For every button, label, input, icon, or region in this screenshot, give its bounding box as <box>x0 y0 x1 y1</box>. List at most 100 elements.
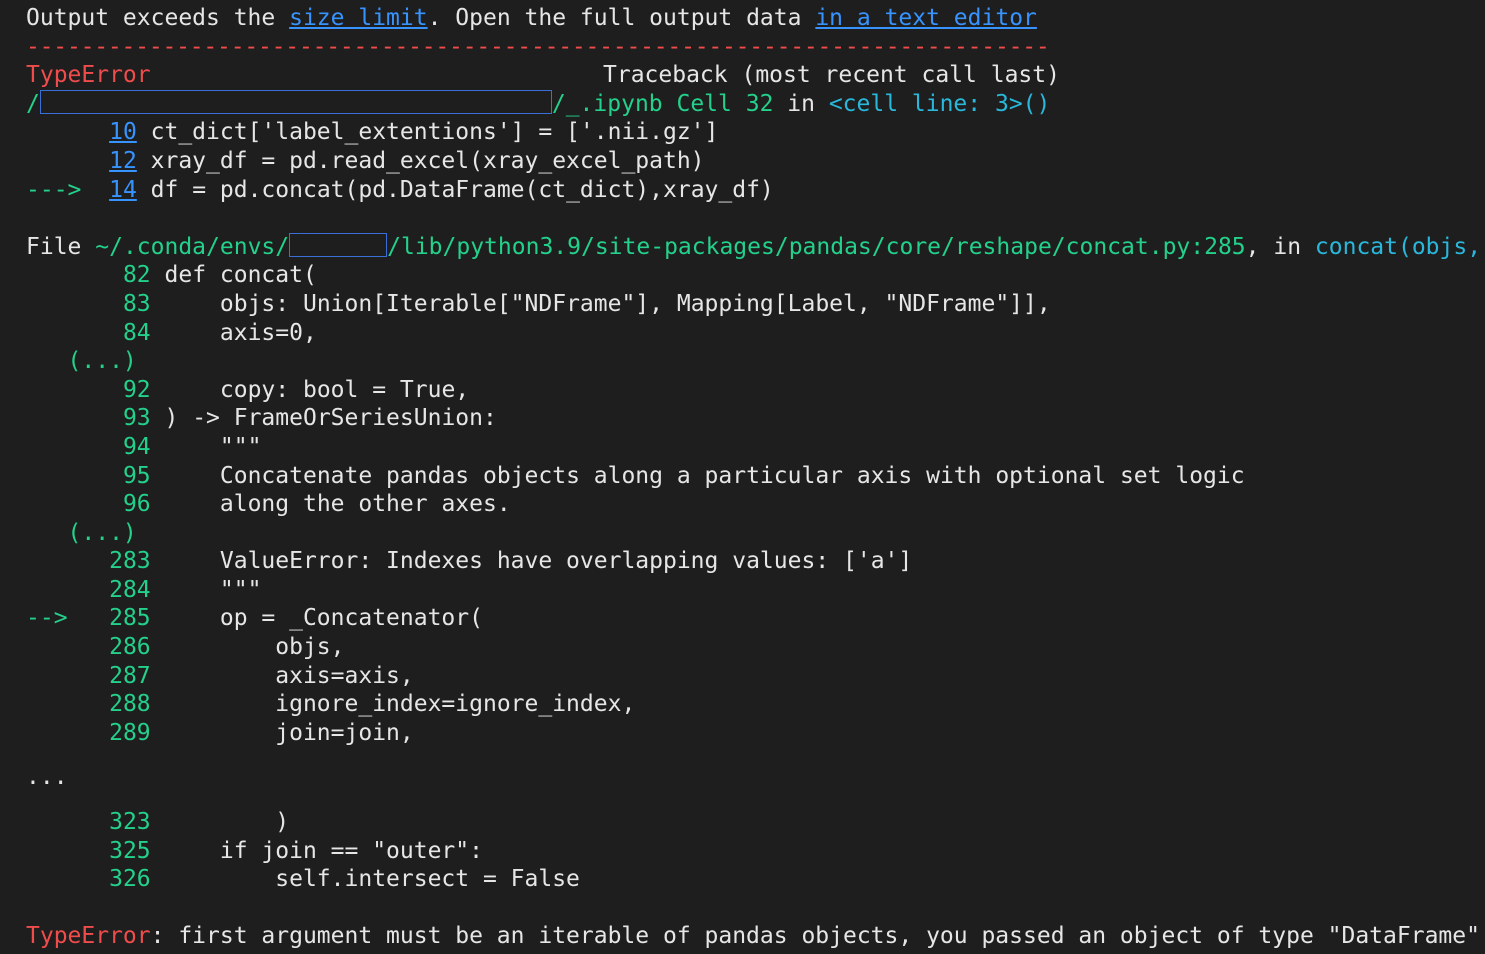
line-number: 283 <box>109 548 151 575</box>
size-limit-link[interactable]: size limit <box>289 5 427 31</box>
truncation-ellipsis: ... <box>26 764 68 791</box>
output-limit-notice: Output exceeds the size limit. Open the … <box>26 4 1476 33</box>
source-line: 325 if join == "outer": <box>26 837 1476 866</box>
cell-code-line: 10 ct_dict['label_extentions'] = ['.nii.… <box>26 118 1476 147</box>
line-code: along the other axes. <box>150 491 511 518</box>
file-path-suffix[interactable]: /lib/python3.9/site-packages/pandas/core… <box>387 234 1246 260</box>
line-number: 92 <box>122 376 151 403</box>
line-code: copy: bool = True, <box>150 376 470 403</box>
line-code: df = pd.concat(pd.DataFrame(ct_dict),xra… <box>136 176 774 203</box>
traceback-label: Traceback (most recent call last) <box>603 62 1060 89</box>
line-arrow <box>26 520 68 546</box>
line-arrow <box>26 691 81 717</box>
source-line: 94 """ <box>26 433 1476 462</box>
line-code: def concat( <box>150 262 317 289</box>
line-code: """ <box>150 576 262 603</box>
current-line-arrow: --> <box>26 605 82 632</box>
line-number: 323 <box>109 809 151 836</box>
line-number: 82 <box>122 262 151 289</box>
notice-middle: . Open the full output data <box>427 5 816 31</box>
source-line: 326 self.intersect = False <box>26 865 1476 894</box>
line-arrow <box>26 463 95 489</box>
line-code: objs: Union[Iterable["NDFrame"], Mapping… <box>150 290 1051 317</box>
cell-path-suffix[interactable]: /_.ipynb Cell 32 <box>552 91 774 117</box>
line-number: 325 <box>109 837 151 864</box>
line-number: 286 <box>109 634 151 661</box>
line-number-link[interactable]: 10 <box>109 119 137 145</box>
redacted-env-box <box>289 233 388 258</box>
cell-in-word: in <box>773 90 829 117</box>
line-arrow <box>26 377 95 403</box>
line-code: ignore_index=ignore_index, <box>150 691 636 718</box>
open-in-text-editor-link[interactable]: in a text editor <box>815 5 1037 31</box>
source-line: 284 """ <box>26 576 1476 605</box>
line-arrow <box>26 866 81 892</box>
source-line: 82 def concat( <box>26 261 1476 290</box>
line-arrow <box>26 348 68 374</box>
line-code: ) <box>150 809 290 836</box>
line-number: 287 <box>109 662 151 689</box>
line-arrow <box>26 320 95 346</box>
error-header: TypeError Traceback (most recent call las… <box>26 61 1476 90</box>
line-number: 289 <box>109 719 151 746</box>
line-arrow <box>26 634 81 660</box>
source-line: 287 axis=axis, <box>26 662 1476 691</box>
line-number-link[interactable]: 14 <box>109 177 137 203</box>
source-line-current: --> 285 op = _Concatenator( <box>26 604 1476 633</box>
line-code: ValueError: Indexes have overlapping val… <box>150 548 913 575</box>
source-line: 83 objs: Union[Iterable["NDFrame"], Mapp… <box>26 290 1476 319</box>
line-arrow <box>26 809 81 835</box>
cell-code-line-current: ---> 14 df = pd.concat(pd.DataFrame(ct_d… <box>26 176 1476 205</box>
error-type: TypeError <box>26 62 151 89</box>
line-code: Concatenate pandas objects along a parti… <box>150 462 1245 489</box>
line-arrow <box>26 405 95 431</box>
file-word: File <box>26 233 96 260</box>
notebook-output: Output exceeds the size limit. Open the … <box>26 4 1481 951</box>
separator-dashes: ----------------------------------------… <box>26 33 1050 60</box>
final-error-type: TypeError <box>26 923 151 950</box>
line-number: 94 <box>122 433 151 460</box>
source-line: 96 along the other axes. <box>26 490 1476 519</box>
line-arrow <box>26 291 95 317</box>
file-path-prefix[interactable]: ~/.conda/envs/ <box>95 234 289 260</box>
line-number: 285 <box>109 605 151 632</box>
cell-func: <cell line: 3>() <box>828 90 1051 117</box>
line-code: ) -> FrameOrSeriesUnion: <box>150 405 497 432</box>
source-line: 92 copy: bool = True, <box>26 376 1476 405</box>
line-arrow <box>26 262 95 288</box>
line-code: if join == "outer": <box>150 837 483 864</box>
line-arrow <box>26 577 81 603</box>
line-number: 83 <box>122 290 151 317</box>
line-code: """ <box>150 433 262 460</box>
redacted-path-box <box>39 90 552 115</box>
source-line: 288 ignore_index=ignore_index, <box>26 690 1476 719</box>
source-line: 283 ValueError: Indexes have overlapping… <box>26 547 1476 576</box>
line-arrow <box>26 838 81 864</box>
file-location: File ~/.conda/envs/ /lib/python3.9/site-p… <box>26 233 1481 262</box>
cell-location: / /_.ipynb Cell 32 in <cell line: 3>() <box>26 90 1476 119</box>
file-in-word: , in <box>1245 233 1315 260</box>
line-number: 96 <box>122 491 151 518</box>
source-line: 286 objs, <box>26 633 1476 662</box>
line-number: 326 <box>109 866 151 893</box>
source-line-ellipsis: (...) <box>26 519 1476 548</box>
file-func: concat(objs, <box>1314 233 1482 260</box>
line-number: 284 <box>109 576 151 603</box>
skipped-lines-marker: (...) <box>67 348 137 375</box>
source-line: 95 Concatenate pandas objects along a pa… <box>26 462 1476 491</box>
line-arrow <box>26 720 81 746</box>
line-code: xray_df = pd.read_excel(xray_excel_path) <box>136 147 705 174</box>
line-arrow <box>26 548 81 574</box>
line-code: join=join, <box>150 719 414 746</box>
line-code: axis=0, <box>150 319 317 346</box>
source-line-ellipsis: (...) <box>26 347 1476 376</box>
line-code: ct_dict['label_extentions'] = ['.nii.gz'… <box>136 119 719 146</box>
cell-path-leading: / <box>26 90 40 117</box>
line-arrow <box>26 434 95 460</box>
source-line: 289 join=join, <box>26 719 1476 748</box>
line-number-link[interactable]: 12 <box>109 148 137 174</box>
